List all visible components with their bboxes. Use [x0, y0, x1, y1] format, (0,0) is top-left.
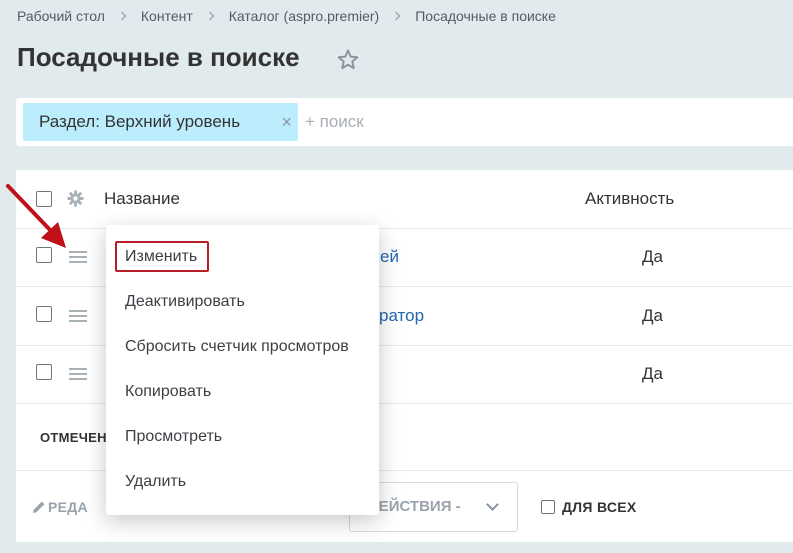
breadcrumb-item-current[interactable]: Посадочные в поиске [415, 8, 556, 24]
for-all-checkbox[interactable] [541, 500, 555, 514]
breadcrumb-separator-icon [205, 11, 214, 21]
chevron-down-icon [486, 498, 499, 511]
marked-count-label: ОТМЕЧЕН [40, 430, 107, 445]
row-checkbox[interactable] [36, 364, 52, 380]
menu-item-edit[interactable]: Изменить [125, 248, 197, 266]
context-menu: Изменить Деактивировать Сбросить счетчик… [106, 225, 379, 515]
actions-select-label: ДЕЙСТВИЯ - [368, 498, 461, 515]
pencil-icon [33, 501, 45, 513]
row-active-value: Да [642, 306, 663, 325]
grid-header-row: Название Активность [16, 170, 793, 229]
menu-item-view[interactable]: Просмотреть [125, 428, 222, 446]
annotation-arrow-icon [6, 184, 66, 248]
column-header-active[interactable]: Активность [585, 189, 674, 209]
filter-tag-label: Раздел: Верхний уровень [39, 112, 241, 131]
row-menu-icon[interactable] [69, 368, 87, 382]
filter-bar[interactable]: Раздел: Верхний уровень × + поиск [16, 98, 793, 146]
menu-item-delete[interactable]: Удалить [125, 473, 186, 491]
row-active-value: Да [642, 364, 663, 383]
row-checkbox[interactable] [36, 306, 52, 322]
row-name-link[interactable]: ей [380, 247, 399, 267]
column-header-name[interactable]: Название [104, 189, 180, 209]
edit-button[interactable]: РЕДА [48, 499, 88, 515]
page-title: Посадочные в поиске [17, 42, 300, 72]
menu-item-deactivate[interactable]: Деактивировать [125, 293, 245, 311]
breadcrumb-item-catalog[interactable]: Каталог (aspro.premier) [229, 8, 379, 24]
search-input[interactable]: + поиск [305, 112, 364, 132]
breadcrumb-separator-icon [391, 11, 401, 21]
row-active-value: Да [642, 247, 663, 266]
filter-tag[interactable]: Раздел: Верхний уровень × [23, 103, 298, 141]
menu-item-copy[interactable]: Копировать [125, 383, 211, 401]
for-all-label[interactable]: ДЛЯ ВСЕХ [562, 499, 637, 515]
breadcrumb-item-desktop[interactable]: Рабочий стол [17, 8, 105, 24]
menu-item-reset-views[interactable]: Сбросить счетчик просмотров [125, 338, 349, 356]
breadcrumb: Рабочий стол Контент Каталог (aspro.prem… [17, 8, 556, 24]
row-menu-icon[interactable] [69, 310, 87, 324]
star-icon[interactable] [336, 48, 360, 72]
breadcrumb-separator-icon [117, 11, 127, 21]
row-name-link[interactable]: ратор [379, 306, 424, 326]
close-icon[interactable]: × [281, 112, 292, 132]
breadcrumb-item-content[interactable]: Контент [141, 8, 193, 24]
